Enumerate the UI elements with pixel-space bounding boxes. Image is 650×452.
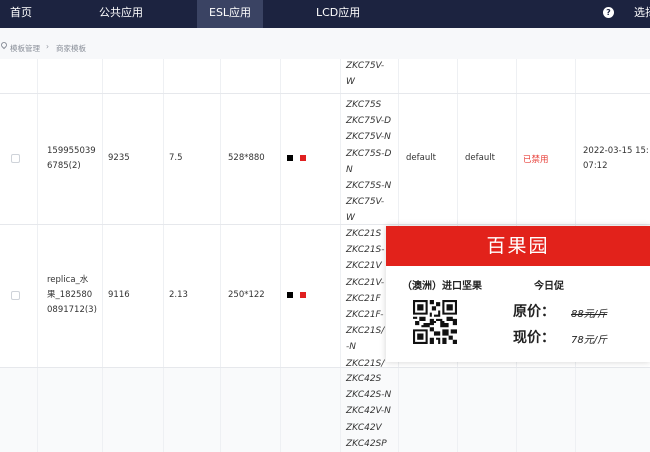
- store-name: 百果园: [386, 226, 650, 266]
- resolution: 528*880: [228, 153, 265, 163]
- breadcrumb-merchant-templates[interactable]: 商家模板: [56, 43, 86, 54]
- help-question-icon[interactable]: ?: [603, 7, 614, 18]
- model-list: ZKC21S ZKC21S- ZKC21V ZKC21V- ZKC21F ZKC…: [346, 229, 385, 369]
- table-row: [0, 368, 650, 452]
- default-value-1: default: [406, 153, 436, 163]
- template-id: 159955039 6785(2): [47, 146, 96, 171]
- promo-label: 今日促: [534, 281, 564, 292]
- color-swatch-red: [300, 292, 306, 298]
- model-list: ZKC75V- W: [346, 61, 385, 88]
- chevron-right-icon: ›: [46, 42, 49, 51]
- user-menu[interactable]: 选择: [634, 0, 650, 28]
- model-list: ZKC75S ZKC75V-D ZKC75V-N ZKC75S-D N ZKC7…: [346, 100, 392, 224]
- location-pin-icon: [0, 40, 9, 50]
- nav-esl-apps[interactable]: ESL应用: [197, 0, 264, 28]
- qr-code-icon: [413, 300, 457, 344]
- breadcrumb-template-management[interactable]: 模板管理: [10, 43, 40, 54]
- template-name: replica_水 果_182580 0891712(3): [47, 275, 97, 315]
- nav-home[interactable]: 首页: [10, 0, 32, 28]
- original-price-label: 原价：: [513, 304, 555, 320]
- nav-public-apps[interactable]: 公共应用: [99, 0, 143, 28]
- resolution: 250*122: [228, 290, 265, 300]
- color-swatch-black: [287, 155, 293, 161]
- nav-lcd-apps[interactable]: LCD应用: [316, 0, 360, 28]
- default-value-2: default: [465, 153, 495, 163]
- color-swatch-red: [300, 155, 306, 161]
- current-price-label: 现价：: [513, 330, 555, 346]
- original-price-value: 88元/斤: [571, 309, 608, 320]
- row-checkbox[interactable]: [11, 154, 20, 163]
- top-nav: 首页 公共应用 ESL应用 LCD应用 ? 选择: [0, 0, 650, 28]
- product-name: （澳洲）进口坚果: [402, 281, 482, 292]
- status-disabled: 已禁用: [523, 155, 549, 165]
- esl-template-preview: 百果园 （澳洲）进口坚果 今日促 原价： 88元/斤 现价： 78元/斤: [386, 226, 650, 362]
- current-price-value: 78元/斤: [571, 335, 608, 346]
- template-number: 9116: [108, 290, 130, 300]
- model-list: ZKC42S ZKC42S-N ZKC42V-N ZKC42V ZKC42SP: [346, 374, 392, 449]
- template-number: 9235: [108, 153, 130, 163]
- updated-time: 2022-03-15 15: 07:12: [583, 146, 649, 171]
- row-checkbox[interactable]: [11, 291, 20, 300]
- color-swatch-black: [287, 292, 293, 298]
- screen-size: 2.13: [169, 290, 188, 300]
- screen-size: 7.5: [169, 153, 183, 163]
